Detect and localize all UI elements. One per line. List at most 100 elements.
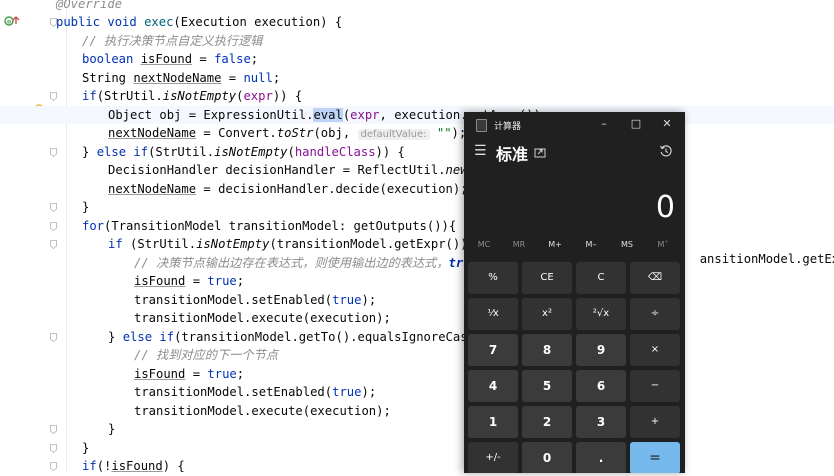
code-line[interactable]: isFound = true; <box>0 272 834 291</box>
code-text[interactable]: // 执行决策节点自定义执行逻辑 <box>82 32 262 51</box>
negate-key[interactable]: +/- <box>468 442 518 473</box>
digit-4-key[interactable]: 4 <box>468 370 518 402</box>
code-line[interactable]: } <box>0 439 834 458</box>
code-line[interactable]: String nextNodeName = null; <box>0 69 834 88</box>
code-line[interactable]: transitionModel.execute(execution); <box>0 402 834 421</box>
code-text[interactable]: nextNodeName = Convert.toStr(obj, defaul… <box>108 124 466 145</box>
code-line[interactable]: transitionModel.setEnabled(true); <box>0 383 834 402</box>
memory-add-button[interactable]: M+ <box>537 240 573 249</box>
fold-marker-icon[interactable] <box>50 240 57 249</box>
calculator-titlebar[interactable]: 计算器 – □ ✕ <box>464 112 685 138</box>
code-text[interactable]: } <box>82 439 89 458</box>
fold-marker-icon[interactable] <box>50 203 57 212</box>
code-line[interactable]: DecisionHandler decisionHandler = Reflec… <box>0 161 834 180</box>
code-text[interactable]: transitionModel.setEnabled(true); <box>134 383 376 402</box>
digit-0-key[interactable]: 0 <box>522 442 572 473</box>
code-token: boolean <box>82 52 141 66</box>
code-text[interactable]: if(StrUtil.isNotEmpty(expr)) { <box>82 87 302 106</box>
fold-marker-icon[interactable] <box>50 18 57 27</box>
code-text[interactable]: // 决策节点输出边存在表达式，则使用输出边的表达式，true则执 <box>134 254 502 273</box>
code-text[interactable]: isFound = true; <box>134 365 244 384</box>
history-icon[interactable] <box>659 143 673 157</box>
code-line[interactable]: Object obj = ExpressionUtil.eval(expr, e… <box>0 105 834 124</box>
code-line[interactable]: boolean isFound = false; <box>0 50 834 69</box>
memory-list-button[interactable]: M˅ <box>645 240 681 249</box>
square-key[interactable]: x² <box>522 298 572 330</box>
memory-store-button[interactable]: MS <box>609 240 645 249</box>
code-token: toStr <box>276 126 314 140</box>
code-text[interactable]: // 找到对应的下一个节点 <box>134 346 278 365</box>
digit-3-key[interactable]: 3 <box>576 406 626 438</box>
digit-2-key[interactable]: 2 <box>522 406 572 438</box>
code-text[interactable]: for(TransitionModel transitionModel: get… <box>82 217 456 236</box>
code-token: ); <box>361 385 377 399</box>
fold-marker-icon[interactable] <box>50 92 57 101</box>
code-text[interactable]: nextNodeName = decisionHandler.decide(ex… <box>108 180 468 199</box>
code-text[interactable]: isFound = true; <box>134 272 244 291</box>
code-line[interactable]: isFound = true; <box>0 365 834 384</box>
digit-6-key[interactable]: 6 <box>576 370 626 402</box>
code-text[interactable]: } else if(StrUtil.isNotEmpty(handleClass… <box>82 143 405 162</box>
memory-subtract-button[interactable]: M– <box>573 240 609 249</box>
fold-marker-icon[interactable] <box>50 443 57 453</box>
decimal-key[interactable]: . <box>576 442 626 473</box>
code-text[interactable]: String nextNodeName = null; <box>82 69 280 88</box>
code-token: handleClass <box>294 144 376 159</box>
minimize-button[interactable]: – <box>590 115 618 133</box>
code-line[interactable]: if(StrUtil.isNotEmpty(expr)) { <box>0 87 834 106</box>
fold-marker-icon[interactable] <box>50 425 57 434</box>
multiply-key[interactable]: × <box>630 334 680 366</box>
code-text[interactable]: } <box>108 420 115 439</box>
menu-hamburger-icon[interactable]: ☰ <box>474 143 487 159</box>
minus-key[interactable]: − <box>630 370 680 402</box>
code-line[interactable]: transitionModel.setEnabled(true); <box>0 291 834 310</box>
code-token: // 找到对应的下一个节点 <box>134 348 278 362</box>
digit-9-key[interactable]: 9 <box>576 334 626 366</box>
memory-recall-button[interactable]: MR <box>501 240 537 249</box>
digit-7-key[interactable]: 7 <box>468 334 518 366</box>
divide-key[interactable]: ÷ <box>630 298 680 330</box>
memory-clear-button[interactable]: MC <box>466 240 502 249</box>
fold-marker-icon[interactable] <box>50 462 57 471</box>
keep-on-top-icon[interactable] <box>534 144 546 158</box>
code-line[interactable]: // 找到对应的下一个节点 <box>0 346 834 365</box>
clear-key[interactable]: C <box>576 262 626 294</box>
calculator-window[interactable]: 计算器 – □ ✕ ☰ 标准 0 MC MR M+ M– MS M˅ % CE C ⌫… <box>464 112 685 473</box>
equals-key[interactable]: = <box>630 442 680 473</box>
fold-marker-icon[interactable] <box>50 221 57 231</box>
code-line[interactable]: // 执行决策节点自定义执行逻辑 <box>0 32 834 51</box>
code-line[interactable]: } else if(transitionModel.getTo().equals… <box>0 328 834 347</box>
code-text[interactable]: } <box>82 198 89 217</box>
digit-5-key[interactable]: 5 <box>522 370 572 402</box>
backspace-key[interactable]: ⌫ <box>630 262 680 294</box>
code-text[interactable]: public void exec(Execution execution) { <box>56 13 342 32</box>
code-text[interactable]: @Override <box>56 0 122 13</box>
code-text[interactable]: if (StrUtil.isNotEmpty(transitionModel.g… <box>108 235 512 254</box>
code-line[interactable]: } else if(StrUtil.isNotEmpty(handleClass… <box>0 143 834 162</box>
sqrt-key[interactable]: ²√x <box>576 298 626 330</box>
code-text[interactable]: } else if(transitionModel.getTo().equals… <box>108 328 519 347</box>
code-line[interactable]: @Override <box>0 0 834 13</box>
code-line[interactable]: } <box>0 198 834 217</box>
maximize-button[interactable]: □ <box>622 115 650 133</box>
plus-key[interactable]: + <box>630 406 680 438</box>
code-text[interactable]: boolean isFound = false; <box>82 50 258 69</box>
digit-8-key[interactable]: 8 <box>522 334 572 366</box>
code-line[interactable]: transitionModel.execute(execution); <box>0 309 834 328</box>
code-line[interactable]: public void exec(Execution execution) { <box>0 13 834 32</box>
code-line[interactable]: nextNodeName = decisionHandler.decide(ex… <box>0 180 834 199</box>
close-button[interactable]: ✕ <box>653 115 681 133</box>
code-text[interactable]: transitionModel.execute(execution); <box>134 309 391 328</box>
percent-key[interactable]: % <box>468 262 518 294</box>
reciprocal-key[interactable]: ⅟x <box>468 298 518 330</box>
code-line[interactable]: nextNodeName = Convert.toStr(obj, defaul… <box>0 124 834 143</box>
digit-1-key[interactable]: 1 <box>468 406 518 438</box>
code-text[interactable]: transitionModel.setEnabled(true); <box>134 291 376 310</box>
code-token: DecisionHandler decisionHandler = Reflec… <box>108 163 446 177</box>
fold-marker-icon[interactable] <box>50 332 57 342</box>
memory-row[interactable]: MC MR M+ M– MS M˅ <box>464 240 685 256</box>
clear-entry-key[interactable]: CE <box>522 262 572 294</box>
code-line[interactable]: } <box>0 420 834 439</box>
fold-marker-icon[interactable] <box>50 147 57 157</box>
code-text[interactable]: transitionModel.execute(execution); <box>134 402 391 421</box>
